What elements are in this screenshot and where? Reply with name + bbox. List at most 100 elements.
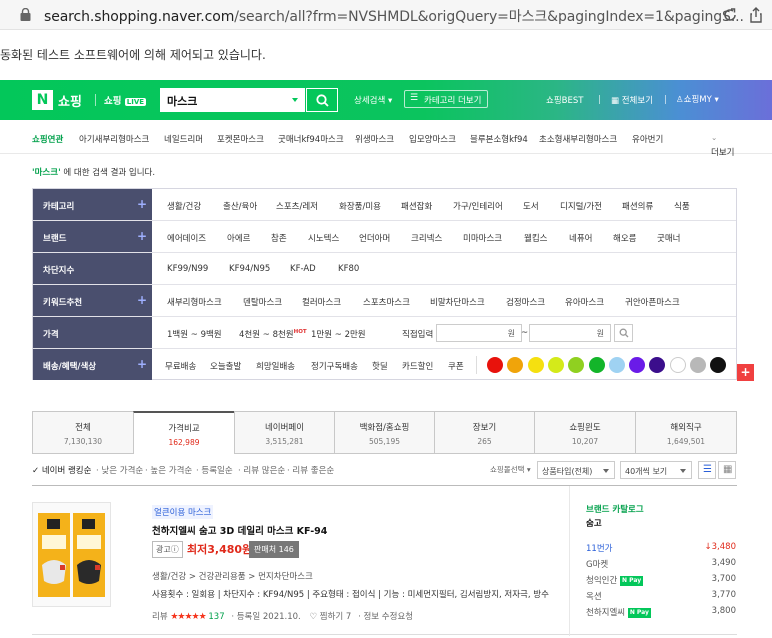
tab-all[interactable]: 전체 7,130,130: [32, 411, 134, 454]
min-price-input[interactable]: 원: [436, 324, 522, 342]
filter-item[interactable]: KF99/N99: [167, 264, 208, 274]
filter-item[interactable]: 스포츠/레저: [276, 200, 318, 212]
filter-item[interactable]: 유아마스크: [565, 296, 604, 308]
filter-item[interactable]: 스포츠마스크: [363, 296, 410, 308]
product-tag[interactable]: 얼큰이용 마스크: [152, 505, 214, 519]
catalog-row[interactable]: G마켓 3,490: [586, 558, 736, 570]
sort-date[interactable]: · 등록일순: [196, 464, 233, 476]
filter-item[interactable]: 쿠폰: [448, 360, 464, 372]
color-swatch[interactable]: [507, 357, 524, 373]
color-swatch[interactable]: [588, 357, 605, 373]
ad-badge[interactable]: 광고ⓘ: [152, 541, 183, 558]
color-swatch[interactable]: [669, 357, 686, 373]
product-price[interactable]: 최저3,480원: [187, 541, 252, 557]
related-item[interactable]: 굿매너kf94마스크: [278, 133, 344, 145]
color-swatch[interactable]: [527, 357, 544, 373]
fix-request-link[interactable]: · 정보 수정요청: [358, 612, 413, 622]
filter-item[interactable]: 컬러마스크: [302, 296, 341, 308]
detail-search-link[interactable]: 상세검색 ▾: [354, 94, 392, 106]
review-count[interactable]: 137: [208, 612, 224, 622]
filter-item[interactable]: 미마마스크: [463, 232, 502, 244]
zzim-button[interactable]: ♡ 찜하기 7: [309, 612, 351, 622]
max-price-input[interactable]: 원: [529, 324, 611, 342]
category-more-button[interactable]: ☰ 카테고리 더보기: [404, 90, 488, 108]
filter-item[interactable]: 정기구독배송: [311, 360, 358, 372]
filter-item[interactable]: 참존: [271, 232, 287, 244]
per-page-select[interactable]: 40개씩 보기: [620, 461, 692, 479]
filter-item[interactable]: 귀안아픈마스크: [625, 296, 680, 308]
filter-header[interactable]: 배송/혜택/색상 +: [33, 349, 152, 380]
tab-grocery[interactable]: 장보기 265: [434, 411, 535, 454]
filter-item[interactable]: 4천원 ~ 8천원HOT: [239, 328, 307, 340]
filter-item[interactable]: 희망일배송: [256, 360, 295, 372]
related-item[interactable]: 초소형새부리형마스크: [539, 133, 617, 145]
color-swatch[interactable]: [568, 357, 585, 373]
plus-icon[interactable]: +: [137, 357, 147, 371]
all-view-link[interactable]: ▦ 전체보기: [611, 94, 653, 106]
related-item[interactable]: 블루본소형kf94: [470, 133, 528, 145]
filter-item[interactable]: 오늘출발: [210, 360, 241, 372]
tab-overseas[interactable]: 해외직구 1,649,501: [635, 411, 737, 454]
tab-price-compare[interactable]: 가격비교 162,989: [133, 411, 235, 454]
shopping-live-link[interactable]: 쇼핑 LIVE: [104, 93, 147, 107]
share-icon[interactable]: [748, 7, 764, 23]
filter-item[interactable]: 시노텍스: [308, 232, 339, 244]
filter-item[interactable]: 카드할인: [402, 360, 433, 372]
more-link[interactable]: 더보기 ⌄: [711, 133, 734, 158]
filter-header[interactable]: 키워드추천 +: [33, 285, 152, 316]
naver-logo[interactable]: N: [32, 90, 53, 110]
catalog-row[interactable]: 옥션 3,770: [586, 590, 736, 602]
filter-item[interactable]: KF-AD: [290, 264, 316, 274]
filter-header[interactable]: 브랜드 +: [33, 221, 152, 252]
filter-item[interactable]: 크리넥스: [411, 232, 442, 244]
filter-item[interactable]: 해오름: [613, 232, 636, 244]
filter-item[interactable]: 식품: [674, 200, 690, 212]
search-input[interactable]: 마스크: [160, 88, 305, 112]
tab-window[interactable]: 쇼핑윈도 10,207: [534, 411, 636, 454]
grid-view-button[interactable]: ▦: [718, 461, 736, 479]
color-swatch[interactable]: [629, 357, 646, 373]
filter-item[interactable]: 아에르: [227, 232, 250, 244]
filter-item[interactable]: 출산/육아: [223, 200, 257, 212]
product-title[interactable]: 천하지엘씨 숨고 3D 데일리 마스크 KF-94: [152, 523, 327, 537]
related-item[interactable]: 위생마스크: [355, 133, 394, 145]
plus-icon[interactable]: +: [137, 229, 147, 243]
related-item[interactable]: 포켓몬마스크: [217, 133, 264, 145]
filter-header[interactable]: 차단지수: [33, 253, 152, 284]
filter-item[interactable]: 검정마스크: [506, 296, 545, 308]
filter-item[interactable]: 언더아머: [359, 232, 390, 244]
list-view-button[interactable]: ☰: [698, 461, 716, 479]
catalog-row[interactable]: 청익인간 N Pay 3,700: [586, 574, 736, 586]
filter-item[interactable]: 1백원 ~ 9백원: [167, 328, 222, 340]
filter-item[interactable]: 네퓨어: [569, 232, 592, 244]
color-swatch[interactable]: [690, 357, 706, 373]
filter-item[interactable]: 패션의류: [622, 200, 653, 212]
search-button[interactable]: [306, 88, 338, 112]
color-swatch[interactable]: [710, 357, 727, 373]
filter-item[interactable]: 굿매너: [657, 232, 680, 244]
plus-icon[interactable]: +: [137, 293, 147, 307]
color-swatch[interactable]: [487, 357, 503, 373]
color-swatch[interactable]: [547, 357, 564, 373]
filter-item[interactable]: 에어데이즈: [167, 232, 206, 244]
plus-icon[interactable]: +: [137, 197, 147, 211]
catalog-title[interactable]: 브랜드 카탈로그: [586, 503, 736, 515]
add-filter-button[interactable]: +: [737, 364, 754, 381]
related-item[interactable]: 아기새부리형마스크: [79, 133, 149, 145]
filter-item[interactable]: 1만원 ~ 2만원: [311, 328, 366, 340]
shopping-best-link[interactable]: 쇼핑BEST: [546, 94, 583, 106]
catalog-row[interactable]: 천하지엘씨 N Pay 3,800: [586, 606, 736, 618]
filter-item[interactable]: 무료배송: [165, 360, 196, 372]
sort-review-score[interactable]: · 리뷰 좋은순: [287, 464, 334, 476]
filter-item[interactable]: 생활/건강: [167, 200, 201, 212]
shopping-my-link[interactable]: ♙쇼핑MY ▾: [676, 93, 719, 105]
related-item[interactable]: 입모양마스크: [409, 133, 456, 145]
filter-item[interactable]: 도서: [523, 200, 539, 212]
color-swatch[interactable]: [608, 357, 625, 373]
filter-item[interactable]: 디지털/가전: [560, 200, 602, 212]
related-item[interactable]: 유아번기: [632, 133, 663, 145]
sort-ranking[interactable]: ✓ 네이버 랭킹순: [32, 464, 91, 476]
sort-review-count[interactable]: · 리뷰 많은순: [238, 464, 285, 476]
filter-item[interactable]: 패션잡화: [401, 200, 432, 212]
catalog-row[interactable]: 11번가 ↓3,480: [586, 542, 736, 554]
